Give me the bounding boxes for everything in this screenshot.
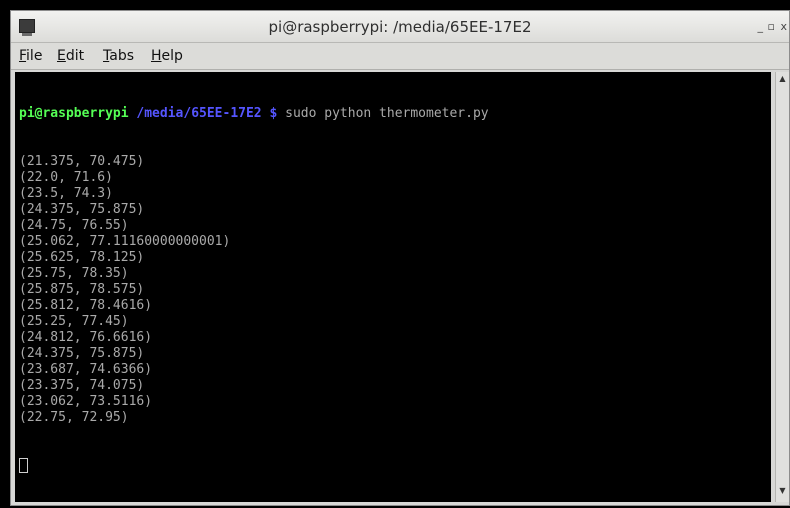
menu-help-label: elp: [161, 48, 183, 64]
output-line: (25.625, 78.125): [19, 250, 145, 265]
menu-help-accel: H: [151, 48, 162, 64]
prompt-user: pi@raspberrypi: [19, 106, 129, 121]
output-line: (24.75, 76.55): [19, 218, 129, 233]
menu-file-accel: F: [19, 48, 27, 64]
prompt-symbol: $: [269, 106, 278, 121]
menu-edit[interactable]: Edit: [57, 48, 84, 64]
vertical-scrollbar[interactable]: ▲ ▼: [775, 72, 789, 502]
output-lines: (21.375, 70.475) (22.0, 71.6) (23.5, 74.3)…: [19, 154, 489, 426]
prompt-path: /media/65EE-17E2: [136, 106, 262, 121]
output-line: (23.687, 74.6366): [19, 362, 153, 377]
text-cursor: [19, 458, 28, 473]
command-text: sudo python thermometer.py: [285, 106, 489, 121]
terminal-area[interactable]: pi@raspberrypi /media/65EE-17E2 $ sudo p…: [15, 72, 771, 502]
output-line: (22.0, 71.6): [19, 170, 113, 185]
terminal-output: pi@raspberrypi /media/65EE-17E2 $ sudo p…: [19, 74, 489, 502]
menu-edit-accel: E: [57, 48, 66, 64]
output-line: (25.25, 77.45): [19, 314, 129, 329]
output-line: (25.75, 78.35): [19, 266, 129, 281]
cursor-line: [19, 458, 489, 474]
output-line: (23.375, 74.075): [19, 378, 145, 393]
menu-help[interactable]: Help: [151, 48, 183, 64]
output-line: (23.5, 74.3): [19, 186, 113, 201]
output-line: (22.75, 72.95): [19, 410, 129, 425]
menu-bar: File Edit Tabs Help: [11, 43, 789, 70]
scroll-down-icon[interactable]: ▼: [776, 486, 789, 500]
close-button[interactable]: x: [780, 20, 787, 33]
prompt-line: pi@raspberrypi /media/65EE-17E2 $ sudo p…: [19, 106, 489, 122]
title-bar[interactable]: pi@raspberrypi: /media/65EE-17E2 _ ▫ x: [11, 11, 789, 43]
minimize-button[interactable]: _: [758, 20, 764, 33]
output-line: (23.062, 73.5116): [19, 394, 153, 409]
menu-edit-label: dit: [65, 48, 85, 64]
output-line: (25.875, 78.575): [19, 282, 145, 297]
output-line: (24.812, 76.6616): [19, 330, 153, 345]
output-line: (25.062, 77.11160000000001): [19, 234, 231, 249]
menu-tabs-label: abs: [109, 48, 134, 64]
maximize-button[interactable]: ▫: [768, 20, 775, 33]
output-line: (24.375, 75.875): [19, 202, 145, 217]
output-line: (21.375, 70.475): [19, 154, 145, 169]
menu-tabs[interactable]: Tabs: [103, 48, 134, 64]
window-title: pi@raspberrypi: /media/65EE-17E2: [268, 18, 532, 36]
menu-file-label: ile: [26, 48, 43, 64]
terminal-window: pi@raspberrypi: /media/65EE-17E2 _ ▫ x F…: [10, 10, 790, 506]
output-line: (24.375, 75.875): [19, 346, 145, 361]
scroll-up-icon[interactable]: ▲: [776, 74, 789, 88]
output-line: (25.812, 78.4616): [19, 298, 153, 313]
menu-file[interactable]: File: [19, 48, 42, 64]
